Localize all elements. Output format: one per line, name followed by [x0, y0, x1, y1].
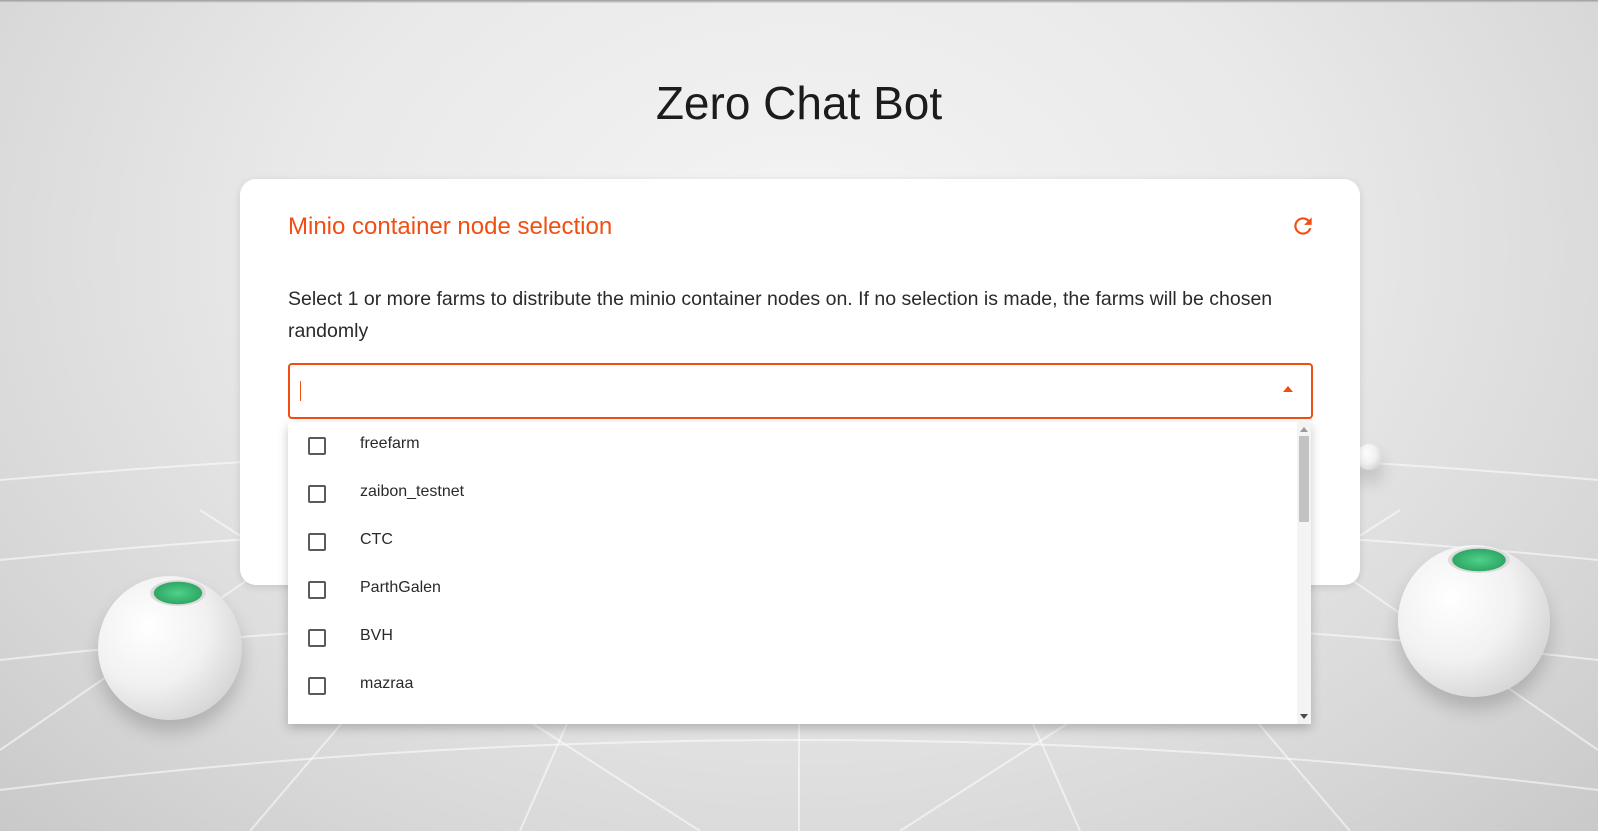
text-cursor: [300, 381, 301, 401]
option-ctc[interactable]: CTC: [288, 518, 1311, 566]
page-title: Zero Chat Bot: [655, 77, 943, 129]
page-background: Zero Chat Bot Minio container node selec…: [0, 0, 1598, 831]
option-label: zaibon_testnet: [360, 483, 465, 500]
option-freefarm[interactable]: freefarm: [288, 422, 1311, 470]
option-label: CTC: [360, 531, 393, 548]
right-sphere-decoration: [1398, 545, 1550, 697]
refresh-icon[interactable]: [1290, 213, 1316, 239]
scroll-down-arrow-icon[interactable]: [1300, 714, 1308, 719]
option-mazraa[interactable]: mazraa: [288, 662, 1311, 710]
option-label: mazraa: [360, 675, 414, 692]
checkbox[interactable]: [308, 533, 326, 551]
option-zaibon-testnet[interactable]: zaibon_testnet: [288, 470, 1311, 518]
option-label: freefarm: [360, 435, 420, 452]
checkbox[interactable]: [308, 629, 326, 647]
checkbox[interactable]: [308, 485, 326, 503]
farm-options-menu: freefarm zaibon_testnet CTC ParthGalen B…: [288, 422, 1311, 724]
farm-select-input[interactable]: [288, 363, 1313, 419]
scroll-up-arrow-icon[interactable]: [1300, 427, 1308, 432]
left-sphere-decoration: [98, 576, 242, 720]
option-label: ParthGalen: [360, 579, 441, 596]
scrollbar-thumb[interactable]: [1299, 436, 1309, 522]
menu-scrollbar[interactable]: [1297, 422, 1311, 724]
checkbox[interactable]: [308, 437, 326, 455]
card-description: Select 1 or more farms to distribute the…: [288, 288, 1273, 342]
card-title: Minio container node selection: [288, 213, 613, 240]
top-border: [0, 0, 1598, 3]
checkbox[interactable]: [308, 677, 326, 695]
option-label: BVH: [360, 627, 393, 644]
option-parthgalen[interactable]: ParthGalen: [288, 566, 1311, 614]
chevron-up-icon[interactable]: [1283, 386, 1293, 392]
checkbox[interactable]: [308, 581, 326, 599]
option-bvh[interactable]: BVH: [288, 614, 1311, 662]
